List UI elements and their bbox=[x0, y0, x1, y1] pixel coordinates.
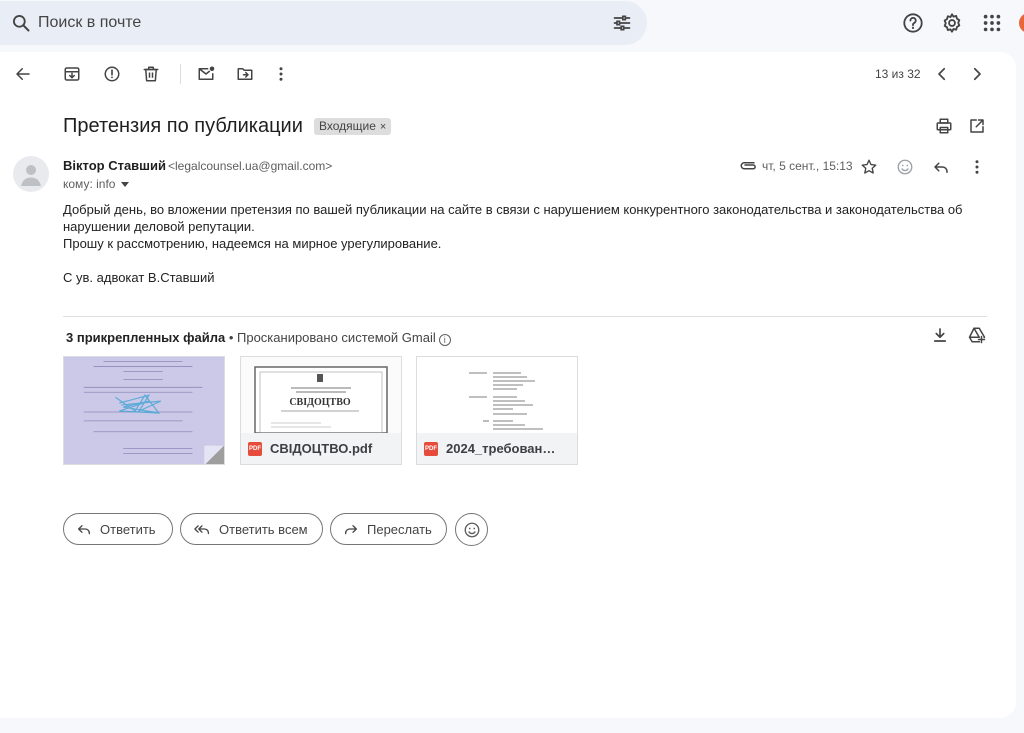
message-counter: 13 из 32 bbox=[875, 67, 921, 81]
label-chip-text: Входящие bbox=[319, 119, 376, 133]
info-icon[interactable]: i bbox=[438, 334, 451, 346]
attachment-thumbnail[interactable] bbox=[63, 356, 225, 465]
open-new-window-icon[interactable] bbox=[968, 117, 986, 135]
recipients[interactable]: кому: info bbox=[63, 177, 130, 191]
trash-icon[interactable] bbox=[142, 65, 160, 83]
scan-status: • Просканировано системой Gmail bbox=[228, 330, 436, 345]
download-all-icon[interactable] bbox=[931, 326, 949, 344]
label-chip-inbox[interactable]: Входящие × bbox=[314, 118, 392, 135]
chevron-right-icon[interactable] bbox=[968, 65, 986, 83]
sender-avatar[interactable] bbox=[13, 156, 49, 192]
remove-label-icon[interactable]: × bbox=[380, 121, 386, 133]
smiley-icon bbox=[464, 522, 479, 537]
attachment-file-name[interactable]: 2024_требования… bbox=[446, 441, 556, 456]
add-to-drive-icon[interactable] bbox=[967, 326, 987, 344]
emoji-reaction-icon[interactable] bbox=[896, 158, 914, 176]
attachment-file-row[interactable]: PDF СВІДОЦТВО.pdf bbox=[241, 433, 401, 464]
email-subject: Претензия по публикации bbox=[63, 115, 303, 137]
attachment-thumbnail[interactable]: PDF 2024_требования… bbox=[416, 356, 578, 465]
document-preview-image bbox=[64, 357, 224, 464]
attachment-file-row[interactable]: PDF 2024_требования… bbox=[417, 433, 577, 464]
chevron-down-icon[interactable] bbox=[121, 182, 130, 188]
print-icon[interactable] bbox=[935, 117, 953, 135]
pdf-icon: PDF bbox=[248, 442, 262, 456]
sender-email: <legalcounsel.ua@gmail.com> bbox=[168, 159, 333, 173]
search-bar[interactable] bbox=[0, 1, 647, 45]
reply-button-label: Ответить bbox=[100, 521, 156, 537]
apps-grid-icon[interactable] bbox=[981, 12, 1003, 34]
body-signature: С ув. адвокат В.Ставший bbox=[63, 270, 215, 285]
document-preview-image bbox=[417, 357, 577, 433]
help-icon[interactable] bbox=[902, 12, 924, 34]
attachment-thumbnail[interactable]: СВІДОЦТВО PDF СВІДОЦТВО.pdf bbox=[240, 356, 402, 465]
gear-icon[interactable] bbox=[941, 12, 963, 34]
document-preview-image: СВІДОЦТВО bbox=[241, 357, 401, 433]
attachments-header: 3 прикрепленных файла • Просканировано с… bbox=[66, 330, 451, 346]
email-date: чт, 5 сент., 15:13 bbox=[762, 159, 853, 173]
attachment-icon bbox=[739, 158, 757, 172]
account-avatar[interactable] bbox=[1019, 13, 1024, 33]
search-icon[interactable] bbox=[11, 13, 31, 38]
back-arrow-icon[interactable] bbox=[14, 65, 32, 83]
archive-icon[interactable] bbox=[63, 65, 81, 83]
mark-unread-icon[interactable] bbox=[197, 65, 215, 83]
message-more-icon[interactable] bbox=[968, 158, 986, 176]
body-paragraph: Добрый день, во вложении претензия по ва… bbox=[63, 202, 963, 234]
forward-button[interactable]: Переслать bbox=[330, 513, 447, 545]
attachments-count: 3 прикрепленных файла bbox=[66, 330, 226, 345]
toolbar-divider bbox=[180, 64, 181, 84]
message-panel: 13 из 32 Претензия по публикации Входящи… bbox=[0, 52, 1016, 718]
attachment-file-name[interactable]: СВІДОЦТВО.pdf bbox=[270, 441, 380, 456]
reply-icon[interactable] bbox=[932, 158, 950, 176]
recipients-text: кому: info bbox=[63, 177, 116, 191]
email-body: Добрый день, во вложении претензия по ва… bbox=[63, 201, 963, 286]
more-vert-icon[interactable] bbox=[272, 65, 290, 83]
attachments-divider bbox=[63, 316, 987, 317]
reply-icon bbox=[78, 525, 90, 535]
forward-button-label: Переслать bbox=[367, 521, 432, 537]
reply-all-icon bbox=[194, 525, 210, 535]
reply-all-button-label: Ответить всем bbox=[219, 521, 308, 537]
chevron-left-icon[interactable] bbox=[933, 65, 951, 83]
spam-icon[interactable] bbox=[103, 65, 121, 83]
reply-all-button[interactable]: Ответить всем bbox=[180, 513, 323, 545]
sender-name[interactable]: Віктор Ставший bbox=[63, 158, 166, 173]
move-to-icon[interactable] bbox=[236, 65, 254, 83]
pdf-icon: PDF bbox=[424, 442, 438, 456]
top-bar bbox=[0, 0, 1024, 48]
forward-icon bbox=[345, 525, 357, 535]
certificate-heading: СВІДОЦТВО bbox=[289, 397, 351, 408]
search-options-icon[interactable] bbox=[612, 13, 632, 38]
star-icon[interactable] bbox=[860, 158, 878, 176]
reply-button[interactable]: Ответить bbox=[63, 513, 173, 545]
body-paragraph: Прошу к рассмотрению, надеемся на мирное… bbox=[63, 236, 442, 251]
emoji-react-button[interactable] bbox=[455, 513, 488, 546]
search-input[interactable] bbox=[38, 12, 598, 34]
